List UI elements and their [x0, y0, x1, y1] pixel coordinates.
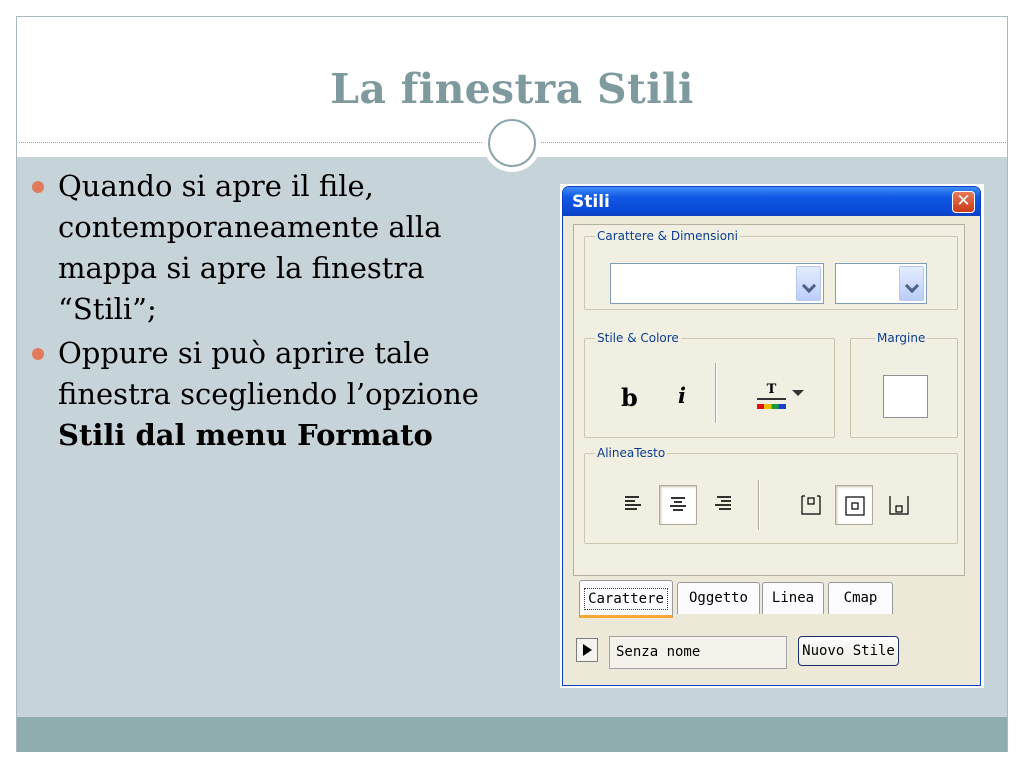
bullet-text: Quando si apre il file, contemporaneamen… [58, 169, 442, 326]
close-button[interactable]: ✕ [952, 191, 975, 213]
valign-top-button[interactable] [792, 485, 830, 525]
chevron-down-icon[interactable] [796, 266, 821, 301]
align-left-button[interactable] [616, 485, 654, 525]
margin-input[interactable] [883, 375, 928, 418]
bullet-text: Oppure si può aprire tale finestra scegl… [58, 336, 479, 411]
valign-middle-icon [845, 496, 865, 516]
align-text-group: AlineaTesto [584, 446, 958, 544]
valign-top-icon [801, 495, 821, 515]
tab-cmap[interactable]: Cmap [828, 582, 893, 614]
text-color-icon: T [757, 382, 786, 400]
circle-ornament-icon [483, 114, 541, 172]
style-name-field[interactable]: Senza nome [609, 636, 787, 669]
valign-middle-button[interactable] [835, 485, 873, 525]
align-center-icon [670, 497, 686, 511]
tab-label: Carattere [584, 588, 668, 610]
bullet-dot-icon [32, 181, 44, 193]
separator [715, 363, 717, 423]
align-right-button[interactable] [704, 485, 742, 525]
align-right-icon [715, 496, 731, 510]
style-color-group: Stile & Colore b i T [584, 331, 835, 438]
bold-button[interactable]: b [621, 383, 638, 412]
tab-linea[interactable]: Linea [762, 582, 824, 614]
new-style-button[interactable]: Nuovo Stile [798, 636, 899, 666]
stili-window-frame: Stili ✕ Carattere & Dimensioni Stile & C… [562, 186, 981, 686]
valign-bottom-button[interactable] [880, 485, 918, 525]
font-size-group-legend: Carattere & Dimensioni [595, 229, 740, 243]
tab-oggetto[interactable]: Oggetto [677, 582, 760, 614]
window-title: Stili [572, 192, 610, 212]
slide-title: La finestra Stili [330, 65, 694, 113]
slide-footer-bar [17, 717, 1007, 752]
dropdown-arrow-icon [792, 390, 804, 396]
bullet-bold-text: Stili dal menu Formato [58, 418, 433, 452]
italic-button[interactable]: i [678, 383, 686, 408]
valign-bottom-icon [889, 496, 909, 515]
align-center-button[interactable] [659, 485, 697, 525]
align-text-group-legend: AlineaTesto [595, 446, 668, 460]
font-select[interactable] [610, 263, 824, 304]
stili-window: Stili ✕ Carattere & Dimensioni Stile & C… [560, 184, 984, 688]
chevron-down-icon[interactable] [899, 266, 924, 301]
separator [758, 480, 760, 530]
style-panel: Carattere & Dimensioni Stile & Colore b … [573, 224, 965, 576]
color-swatch-icon [757, 404, 786, 409]
bullet-list: Quando si apre il file, contemporaneamen… [30, 166, 500, 459]
text-color-button[interactable]: T [755, 380, 805, 414]
margin-group-legend: Margine [875, 331, 928, 345]
tab-carattere[interactable]: Carattere [579, 580, 673, 618]
bullet-item: Oppure si può aprire tale finestra scegl… [30, 333, 500, 456]
bullet-dot-icon [32, 348, 44, 360]
font-size-group: Carattere & Dimensioni [584, 229, 958, 310]
bullet-item: Quando si apre il file, contemporaneamen… [30, 166, 500, 330]
play-icon[interactable] [576, 638, 598, 662]
size-select[interactable] [835, 263, 927, 304]
align-left-icon [625, 496, 641, 510]
style-color-group-legend: Stile & Colore [595, 331, 681, 345]
margin-group: Margine [850, 331, 958, 438]
window-titlebar[interactable]: Stili ✕ [563, 187, 980, 216]
